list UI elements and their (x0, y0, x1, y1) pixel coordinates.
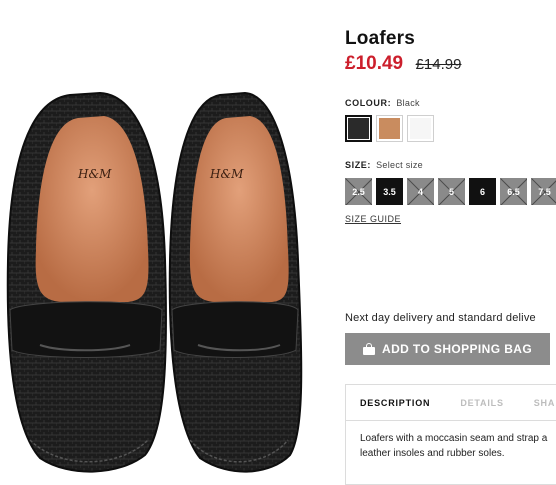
size-option-2-5[interactable]: 2.5 (345, 178, 372, 205)
colour-label: COLOUR: Black (345, 98, 420, 108)
size-option-label: 5 (448, 186, 454, 197)
add-to-bag-button[interactable]: ADD TO SHOPPING BAG (345, 333, 550, 365)
colour-selected-value: Black (396, 98, 420, 108)
description-tabs: DESCRIPTION DETAILS SHA (346, 385, 556, 421)
size-guide-link[interactable]: SIZE GUIDE (345, 214, 401, 224)
size-option-6-5[interactable]: 6.5 (500, 178, 527, 205)
size-options: 2.5 3.5 4 5 6 6.5 7.5 (345, 178, 556, 205)
size-option-label: 4 (417, 186, 423, 197)
swatch-white-fill (410, 118, 431, 139)
description-line: leather insoles and rubber soles. (360, 448, 505, 459)
colour-swatches (345, 115, 434, 142)
add-to-bag-label: ADD TO SHOPPING BAG (382, 342, 533, 356)
tab-details[interactable]: DETAILS (460, 398, 503, 408)
tab-share[interactable]: SHA (534, 398, 555, 408)
description-text: Loafers with a moccasin seam and strap a… (346, 421, 556, 461)
swatch-tan[interactable] (376, 115, 403, 142)
delivery-info: Next day delivery and standard delive (345, 312, 536, 324)
colour-label-title: COLOUR: (345, 98, 392, 108)
product-title: Loafers (345, 28, 416, 49)
description-panel: DESCRIPTION DETAILS SHA Loafers with a m… (345, 384, 556, 485)
product-image[interactable]: H&M H&M (0, 0, 330, 485)
sale-price: £10.49 (345, 53, 404, 74)
size-placeholder: Select size (376, 160, 423, 170)
size-option-6[interactable]: 6 (469, 178, 496, 205)
left-insole-logo: H&M (77, 167, 112, 181)
swatch-tan-fill (379, 118, 400, 139)
left-loafer: H&M (6, 91, 167, 473)
swatch-black[interactable] (345, 115, 372, 142)
size-option-3-5[interactable]: 3.5 (376, 178, 403, 205)
original-price: £14.99 (415, 56, 462, 73)
swatch-black-fill (348, 118, 369, 139)
right-insole-logo: H&M (209, 167, 244, 181)
size-option-label: 2.5 (352, 186, 365, 197)
right-loafer: H&M (168, 91, 303, 473)
size-option-5[interactable]: 5 (438, 178, 465, 205)
price-row: £10.49 £14.99 (345, 53, 461, 75)
size-option-label: 3.5 (383, 186, 396, 197)
tab-description[interactable]: DESCRIPTION (360, 398, 430, 408)
product-info-panel: Loafers £10.49 £14.99 COLOUR: Black SIZE… (345, 0, 556, 485)
size-option-4[interactable]: 4 (407, 178, 434, 205)
size-option-label: 6.5 (507, 186, 520, 197)
description-line: Loafers with a moccasin seam and strap a (360, 433, 548, 444)
size-label: SIZE: Select size (345, 160, 423, 170)
size-option-label: 7.5 (538, 186, 551, 197)
loafers-photo: H&M H&M (6, 91, 303, 473)
size-option-label: 6 (479, 186, 485, 197)
size-label-title: SIZE: (345, 160, 372, 170)
swatch-white[interactable] (407, 115, 434, 142)
shopping-bag-icon (363, 343, 375, 355)
size-option-7-5[interactable]: 7.5 (531, 178, 556, 205)
